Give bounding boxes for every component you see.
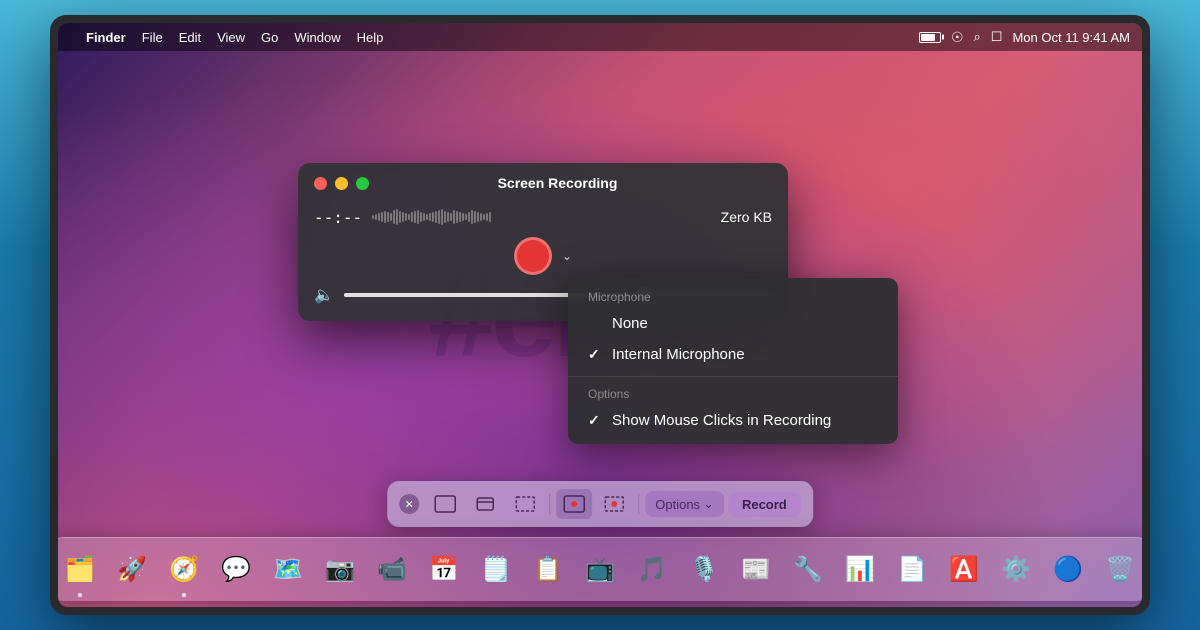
microphone-section-label: Microphone xyxy=(568,286,898,308)
menu-finder[interactable]: Finder xyxy=(86,30,126,45)
dock-icon-notes[interactable]: 🗒️ xyxy=(472,545,520,593)
toolbar-options-button[interactable]: Options ⌄ xyxy=(645,491,724,517)
dock-icon-news[interactable]: 📰 xyxy=(732,545,780,593)
dock-icon-facetime[interactable]: 📹 xyxy=(368,545,416,593)
laptop-frame: #eMac Finder File Edit View Go Window He… xyxy=(50,15,1150,615)
menu-datetime: Mon Oct 11 9:41 AM xyxy=(1012,30,1130,45)
dock-icon-appstore[interactable]: 🅰️ xyxy=(940,545,988,593)
toolbar-record-entire[interactable] xyxy=(556,489,592,519)
options-label: Options xyxy=(655,497,700,512)
controls-row: ⌄ xyxy=(314,237,772,275)
menu-file[interactable]: File xyxy=(142,30,163,45)
search-icon[interactable]: ⌕ xyxy=(974,29,981,45)
dock-icon-messages[interactable]: 💬 xyxy=(212,545,260,593)
dock-icon-pages[interactable]: 📄 xyxy=(888,545,936,593)
dropdown-menu: Microphone ✓ None ✓ Internal Microphone … xyxy=(568,278,898,444)
dock-icon-calendar[interactable]: 📅 xyxy=(420,545,468,593)
menu-view[interactable]: View xyxy=(217,30,245,45)
screenshot-toolbar: ✕ Options ⌄ Record xyxy=(387,481,813,527)
menu-help[interactable]: Help xyxy=(357,30,384,45)
airplay-icon[interactable]: ☐ xyxy=(991,29,1003,45)
dock-icon-trash[interactable]: 🗑️ xyxy=(1096,545,1142,593)
options-section-label: Options xyxy=(568,383,898,405)
dock-icon-safari[interactable]: 🧭 xyxy=(160,545,208,593)
waveform xyxy=(372,207,710,227)
dock-icon-numbers[interactable]: 📊 xyxy=(836,545,884,593)
dropdown-arrow[interactable]: ⌄ xyxy=(562,249,572,263)
dock-icon-systemprefs[interactable]: ⚙️ xyxy=(992,545,1040,593)
menu-go[interactable]: Go xyxy=(261,30,278,45)
toolbar-separator-2 xyxy=(638,494,639,514)
dock-icon-siri[interactable]: 🔵 xyxy=(1044,545,1092,593)
dock-icon-reminders[interactable]: 📋 xyxy=(524,545,572,593)
menu-edit[interactable]: Edit xyxy=(179,30,201,45)
options-arrow: ⌄ xyxy=(703,496,714,512)
screen: #eMac Finder File Edit View Go Window He… xyxy=(58,23,1142,607)
window-title: Screen Recording xyxy=(377,175,738,191)
mouse-clicks-checkmark: ✓ xyxy=(588,412,604,429)
maximize-button[interactable] xyxy=(356,177,369,190)
microphone-none-option[interactable]: ✓ None xyxy=(568,308,898,339)
microphone-none-label: None xyxy=(612,315,648,332)
dock-icon-photos[interactable]: 📷 xyxy=(316,545,364,593)
close-button[interactable] xyxy=(314,177,327,190)
record-button[interactable] xyxy=(514,237,552,275)
dock-icon-workflow[interactable]: 🔧 xyxy=(784,545,832,593)
microphone-internal-label: Internal Microphone xyxy=(612,346,745,363)
dock-icon-launchpad[interactable]: 🚀 xyxy=(108,545,156,593)
internal-checkmark: ✓ xyxy=(588,346,604,363)
menu-divider xyxy=(568,376,898,377)
time-text: --:-- xyxy=(314,208,362,227)
dock-icon-maps[interactable]: 🗺️ xyxy=(264,545,312,593)
dock-icon-finder[interactable]: 🗂️ xyxy=(58,545,104,593)
show-mouse-clicks-label: Show Mouse Clicks in Recording xyxy=(612,412,831,429)
menu-bar-right: ☉ ⌕ ☐ Mon Oct 11 9:41 AM xyxy=(919,29,1130,46)
toolbar-close-icon: ✕ xyxy=(405,498,414,511)
toolbar-capture-entire[interactable] xyxy=(427,489,463,519)
menu-bar: Finder File Edit View Go Window Help ☉ ⌕… xyxy=(58,23,1142,51)
time-display: --:-- Zero KB xyxy=(314,207,772,227)
dock-icon-appletv[interactable]: 📺 xyxy=(576,545,624,593)
toolbar-capture-window[interactable] xyxy=(467,489,503,519)
dock: 🗂️🚀🧭💬🗺️📷📹📅🗒️📋📺🎵🎙️📰🔧📊📄🅰️⚙️🔵🗑️ xyxy=(58,537,1142,601)
dock-icon-podcasts[interactable]: 🎙️ xyxy=(680,545,728,593)
wifi-icon: ☉ xyxy=(951,29,964,46)
menu-window[interactable]: Window xyxy=(294,30,340,45)
volume-icon: 🔈 xyxy=(314,285,334,305)
show-mouse-clicks-option[interactable]: ✓ Show Mouse Clicks in Recording xyxy=(568,405,898,436)
toolbar-record-button[interactable]: Record xyxy=(728,492,801,517)
microphone-internal-option[interactable]: ✓ Internal Microphone xyxy=(568,339,898,370)
file-size: Zero KB xyxy=(721,209,772,225)
toolbar-capture-selection[interactable] xyxy=(507,489,543,519)
menu-bar-left: Finder File Edit View Go Window Help xyxy=(70,30,383,45)
toolbar-record-selection[interactable] xyxy=(596,489,632,519)
window-titlebar: Screen Recording xyxy=(298,163,788,199)
toolbar-separator-1 xyxy=(549,494,550,514)
battery-icon xyxy=(919,32,941,43)
record-btn-inner xyxy=(526,249,540,263)
minimize-button[interactable] xyxy=(335,177,348,190)
dock-icon-music[interactable]: 🎵 xyxy=(628,545,676,593)
toolbar-close-button[interactable]: ✕ xyxy=(399,494,419,514)
